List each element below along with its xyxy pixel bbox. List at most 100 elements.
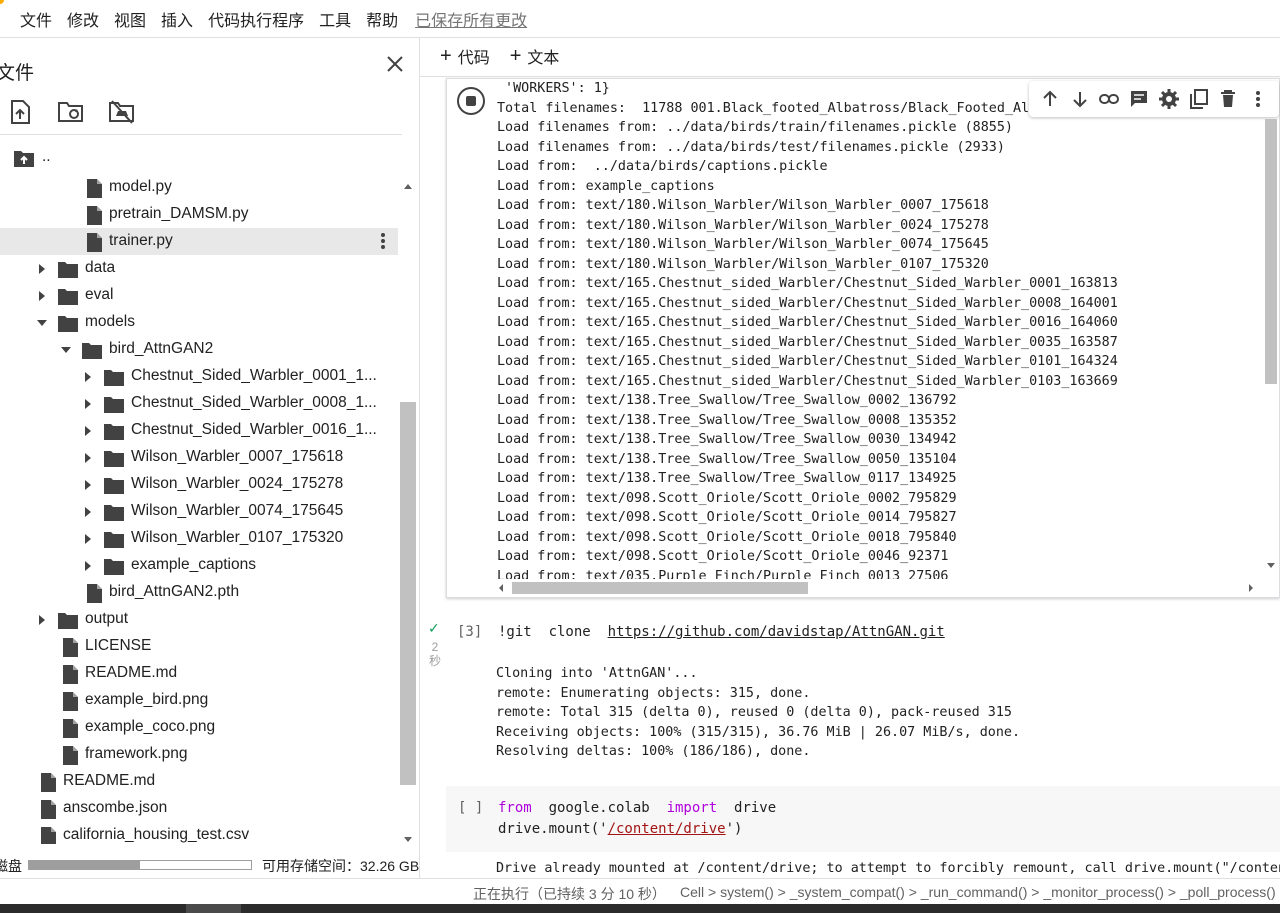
execution-status[interactable]: 正在执行（已持续 3 分 10 秒）	[473, 884, 666, 904]
menu-runtime[interactable]: 代码执行程序	[208, 7, 304, 31]
tree-folder-row[interactable]: Wilson_Warbler_0007_175618	[0, 444, 398, 471]
tree-folder-row[interactable]: models	[0, 309, 398, 336]
output-line: Load from: text/180.Wilson_Warbler/Wilso…	[497, 198, 989, 213]
mirror-cell-icon[interactable]	[1188, 88, 1210, 110]
link-icon[interactable]	[1098, 88, 1120, 110]
chevron-right-icon[interactable]	[83, 561, 93, 571]
tree-item-label: Chestnut_Sided_Warbler_0001_1...	[131, 367, 377, 384]
tree-file-row[interactable]: example_bird.png	[0, 687, 398, 714]
tree-file-row[interactable]: LICENSE	[0, 633, 398, 660]
tree-folder-row[interactable]: Chestnut_Sided_Warbler_0001_1...	[0, 363, 398, 390]
tree-folder-row[interactable]: Chestnut_Sided_Warbler_0016_1...	[0, 417, 398, 444]
tree-file-row[interactable]: model.py	[0, 174, 398, 201]
chevron-right-icon[interactable]	[83, 534, 93, 544]
chevron-right-icon[interactable]	[83, 507, 93, 517]
chevron-right-icon[interactable]	[83, 372, 93, 382]
colab-logo-icon[interactable]	[0, 0, 4, 4]
tree-folder-row[interactable]: bird_AttnGAN2	[0, 336, 398, 363]
tree-folder-row[interactable]: Wilson_Warbler_0107_175320	[0, 525, 398, 552]
refresh-folder-icon[interactable]	[57, 98, 85, 126]
tree-item-label: bird_AttnGAN2.pth	[109, 583, 240, 600]
file-icon	[84, 583, 104, 603]
tree-item-label: example_bird.png	[85, 691, 209, 708]
code-cell-drive-mount[interactable]: [ ] from google.colab import drive drive…	[446, 786, 1280, 852]
move-down-icon[interactable]	[1069, 88, 1091, 110]
code-line-2[interactable]: drive.mount('/content/drive')	[498, 821, 742, 837]
output-line: Load from: text/098.Scott_Oriole/Scott_O…	[497, 490, 957, 506]
execution-count[interactable]: [3]	[457, 624, 482, 640]
chevron-down-icon[interactable]	[61, 345, 71, 355]
menu-insert[interactable]: 插入	[161, 7, 193, 31]
output-line: Load from: text/138.Tree_Swallow/Tree_Sw…	[497, 432, 957, 447]
output-line: Load from: text/180.Wilson_Warbler/Wilso…	[497, 217, 989, 233]
tree-file-row[interactable]: anscombe.json	[0, 795, 398, 822]
more-vert-icon[interactable]	[1247, 88, 1269, 110]
output-line: Load from: text/035.Purple_Finch/Purple_…	[497, 568, 949, 580]
code-cell-git-clone[interactable]: ✓ 2 秒 [3] !git clone https://github.com/…	[420, 612, 1280, 772]
upload-icon[interactable]	[6, 98, 34, 126]
code-line[interactable]: !git clone https://github.com/davidstap/…	[498, 624, 945, 640]
tree-folder-row[interactable]: Wilson_Warbler_0024_175278	[0, 471, 398, 498]
output-line: remote: Enumerating objects: 315, done.	[496, 685, 811, 701]
toolbar-divider	[0, 134, 402, 135]
folder-icon	[104, 421, 124, 441]
menu-edit[interactable]: 修改	[67, 7, 99, 31]
menu-help[interactable]: 帮助	[366, 7, 398, 31]
save-status[interactable]: 已保存所有更改	[415, 7, 527, 31]
chevron-right-icon[interactable]	[37, 291, 47, 301]
output-vertical-scrollbar[interactable]	[1263, 119, 1279, 569]
add-text-button[interactable]: + 文本	[510, 44, 560, 68]
chevron-right-icon[interactable]	[83, 399, 93, 409]
tree-folder-row[interactable]: example_captions	[0, 552, 398, 579]
menu-file[interactable]: 文件	[20, 7, 52, 31]
output-line: Load from: text/180.Wilson_Warbler/Wilso…	[497, 237, 989, 252]
tree-file-row[interactable]: trainer.py	[0, 228, 398, 255]
tree-folder-row[interactable]: eval	[0, 282, 398, 309]
tree-file-row[interactable]: pretrain_DAMSM.py	[0, 201, 398, 228]
output-horizontal-scrollbar[interactable]	[497, 579, 1257, 595]
tree-folder-row[interactable]: Chestnut_Sided_Warbler_0008_1...	[0, 390, 398, 417]
tree-file-row[interactable]: california_housing_test.csv	[0, 822, 398, 844]
run-cell-button[interactable]: [ ]	[458, 800, 483, 816]
taskbar-item[interactable]	[186, 904, 241, 913]
import-name: drive	[717, 800, 777, 816]
status-bar: 正在执行（已持续 3 分 10 秒） Cell > system() > _sy…	[0, 878, 1280, 904]
folder-icon	[104, 556, 124, 576]
tree-file-row[interactable]: framework.png	[0, 741, 398, 768]
chevron-down-icon[interactable]	[37, 318, 47, 328]
chevron-right-icon[interactable]	[37, 615, 47, 625]
output-hscroll-thumb[interactable]	[512, 582, 808, 594]
close-icon[interactable]	[383, 52, 407, 76]
chevron-right-icon[interactable]	[37, 264, 47, 274]
comment-icon[interactable]	[1128, 88, 1150, 110]
code-cell-running[interactable]: 'WORKERS': 1} Total filenames: 11788 001.…	[446, 78, 1280, 598]
tree-file-row[interactable]: example_coco.png	[0, 714, 398, 741]
chevron-right-icon[interactable]	[83, 426, 93, 436]
cell-output: 'WORKERS': 1} Total filenames: 11788 001.…	[497, 79, 1267, 579]
output-line: Cloning into 'AttnGAN'...	[496, 666, 698, 681]
move-up-icon[interactable]	[1039, 88, 1061, 110]
tree-file-row[interactable]: bird_AttnGAN2.pth	[0, 579, 398, 606]
code-line-1[interactable]: from google.colab import drive	[498, 800, 776, 816]
tree-folder-row[interactable]: data	[0, 255, 398, 282]
tree-folder-row[interactable]: output	[0, 606, 398, 633]
code-call-end: ')	[725, 821, 743, 837]
chevron-right-icon[interactable]	[83, 480, 93, 490]
tree-file-row[interactable]: README.md	[0, 660, 398, 687]
add-code-button[interactable]: + 代码	[440, 44, 490, 68]
tree-parent-row[interactable]: ..	[0, 144, 398, 171]
chevron-right-icon[interactable]	[83, 453, 93, 463]
delete-icon[interactable]	[1217, 88, 1239, 110]
tree-scroll-thumb[interactable]	[400, 402, 416, 785]
settings-gear-icon[interactable]	[1158, 88, 1180, 110]
stop-execution-button[interactable]	[457, 87, 485, 115]
code-url[interactable]: https://github.com/davidstap/AttnGAN.git	[608, 624, 945, 640]
menu-view[interactable]: 视图	[114, 7, 146, 31]
tree-folder-row[interactable]: Wilson_Warbler_0074_175645	[0, 498, 398, 525]
mount-drive-off-icon[interactable]	[108, 98, 136, 126]
storage-available: 可用存储空间：32.26 GB	[262, 858, 420, 874]
drive-mount-output: Drive already mounted at /content/drive;…	[496, 861, 1280, 876]
menu-tools[interactable]: 工具	[319, 7, 351, 31]
more-vert-icon[interactable]	[380, 232, 390, 250]
tree-file-row[interactable]: README.md	[0, 768, 398, 795]
